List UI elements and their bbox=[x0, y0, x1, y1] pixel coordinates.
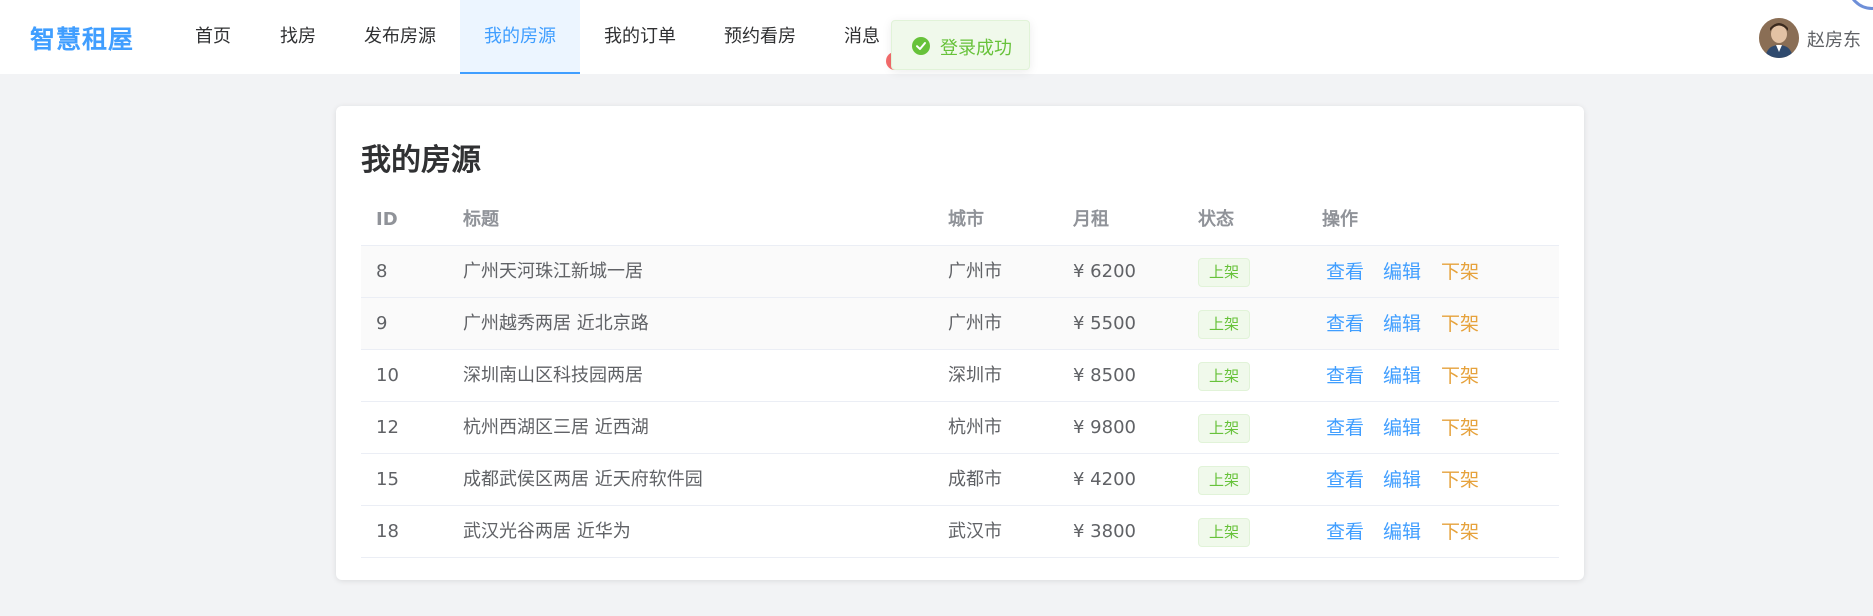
cell-title: 武汉光谷两居 近华为 bbox=[463, 521, 631, 542]
nav-my-listings[interactable]: 我的房源 bbox=[460, 0, 580, 74]
unlist-link[interactable]: 下架 bbox=[1441, 246, 1479, 298]
table-row: 15 成都武侯区两居 近天府软件园 成都市 ¥ 4200 上架 查看 编辑 下架 bbox=[361, 454, 1559, 506]
unlist-link[interactable]: 下架 bbox=[1441, 350, 1479, 402]
login-success-toast: 登录成功 bbox=[891, 20, 1030, 70]
my-listings-card: 我的房源 ID 标题 城市 月租 状态 操作 8 广州天河珠江新城一居 广州市 … bbox=[336, 106, 1584, 580]
table-header: ID 标题 城市 月租 状态 操作 bbox=[361, 194, 1559, 246]
table-row: 8 广州天河珠江新城一居 广州市 ¥ 6200 上架 查看 编辑 下架 bbox=[361, 246, 1559, 298]
nav-find-house[interactable]: 找房 bbox=[266, 0, 330, 74]
status-badge: 上架 bbox=[1198, 258, 1251, 287]
toast-message: 登录成功 bbox=[940, 38, 1012, 59]
cell-city: 武汉市 bbox=[948, 521, 1002, 542]
cell-city: 杭州市 bbox=[948, 417, 1002, 438]
table-row: 18 武汉光谷两居 近华为 武汉市 ¥ 3800 上架 查看 编辑 下架 bbox=[361, 506, 1559, 558]
listings-table: ID 标题 城市 月租 状态 操作 8 广州天河珠江新城一居 广州市 ¥ 620… bbox=[361, 194, 1559, 558]
cell-title: 成都武侯区两居 近天府软件园 bbox=[463, 469, 703, 490]
nav-messages[interactable]: 消息 bbox=[830, 0, 894, 74]
column-header-id: ID bbox=[376, 209, 398, 230]
status-badge: 上架 bbox=[1198, 518, 1251, 547]
view-link[interactable]: 查看 bbox=[1326, 506, 1364, 558]
table-row: 10 深圳南山区科技园两居 深圳市 ¥ 8500 上架 查看 编辑 下架 bbox=[361, 350, 1559, 402]
cell-id: 8 bbox=[376, 261, 388, 282]
view-link[interactable]: 查看 bbox=[1326, 402, 1364, 454]
column-header-title: 标题 bbox=[463, 209, 499, 230]
view-link[interactable]: 查看 bbox=[1326, 350, 1364, 402]
unlist-link[interactable]: 下架 bbox=[1441, 298, 1479, 350]
site-logo[interactable]: 智慧租屋 bbox=[30, 20, 134, 56]
cell-rent: ¥ 8500 bbox=[1073, 365, 1136, 386]
unlist-link[interactable]: 下架 bbox=[1441, 454, 1479, 506]
cell-rent: ¥ 5500 bbox=[1073, 313, 1136, 334]
nav-my-orders[interactable]: 我的订单 bbox=[590, 0, 690, 74]
status-badge: 上架 bbox=[1198, 310, 1251, 339]
cell-id: 15 bbox=[376, 469, 399, 490]
nav-publish-listing[interactable]: 发布房源 bbox=[350, 0, 450, 74]
cell-city: 广州市 bbox=[948, 313, 1002, 334]
cell-id: 18 bbox=[376, 521, 399, 542]
cell-city: 广州市 bbox=[948, 261, 1002, 282]
user-avatar[interactable] bbox=[1759, 18, 1799, 58]
cell-rent: ¥ 9800 bbox=[1073, 417, 1136, 438]
cell-city: 成都市 bbox=[948, 469, 1002, 490]
cell-rent: ¥ 6200 bbox=[1073, 261, 1136, 282]
cell-rent: ¥ 3800 bbox=[1073, 521, 1136, 542]
edit-link[interactable]: 编辑 bbox=[1383, 506, 1421, 558]
cell-title: 杭州西湖区三居 近西湖 bbox=[463, 417, 649, 438]
check-circle-icon bbox=[912, 37, 930, 55]
column-header-rent: 月租 bbox=[1073, 209, 1109, 230]
edit-link[interactable]: 编辑 bbox=[1383, 454, 1421, 506]
cell-title: 深圳南山区科技园两居 bbox=[463, 365, 643, 386]
cell-rent: ¥ 4200 bbox=[1073, 469, 1136, 490]
page-title: 我的房源 bbox=[361, 143, 481, 178]
view-link[interactable]: 查看 bbox=[1326, 246, 1364, 298]
cell-title: 广州天河珠江新城一居 bbox=[463, 261, 643, 282]
unlist-link[interactable]: 下架 bbox=[1441, 506, 1479, 558]
cell-city: 深圳市 bbox=[948, 365, 1002, 386]
status-badge: 上架 bbox=[1198, 414, 1251, 443]
column-header-status: 状态 bbox=[1198, 209, 1234, 230]
view-link[interactable]: 查看 bbox=[1326, 454, 1364, 506]
cell-id: 9 bbox=[376, 313, 388, 334]
cell-title: 广州越秀两居 近北京路 bbox=[463, 313, 649, 334]
corner-decoration bbox=[1847, 0, 1873, 10]
nav-home[interactable]: 首页 bbox=[181, 0, 245, 74]
nav-viewing-appointments[interactable]: 预约看房 bbox=[710, 0, 810, 74]
table-row: 12 杭州西湖区三居 近西湖 杭州市 ¥ 9800 上架 查看 编辑 下架 bbox=[361, 402, 1559, 454]
top-navbar: 智慧租屋 首页 找房 发布房源 我的房源 我的订单 预约看房 消息 登录成功 赵… bbox=[0, 0, 1873, 74]
table-row: 9 广州越秀两居 近北京路 广州市 ¥ 5500 上架 查看 编辑 下架 bbox=[361, 298, 1559, 350]
status-badge: 上架 bbox=[1198, 362, 1251, 391]
cell-id: 10 bbox=[376, 365, 399, 386]
edit-link[interactable]: 编辑 bbox=[1383, 402, 1421, 454]
unlist-link[interactable]: 下架 bbox=[1441, 402, 1479, 454]
status-badge: 上架 bbox=[1198, 466, 1251, 495]
edit-link[interactable]: 编辑 bbox=[1383, 246, 1421, 298]
edit-link[interactable]: 编辑 bbox=[1383, 298, 1421, 350]
column-header-city: 城市 bbox=[948, 209, 984, 230]
edit-link[interactable]: 编辑 bbox=[1383, 350, 1421, 402]
view-link[interactable]: 查看 bbox=[1326, 298, 1364, 350]
column-header-actions: 操作 bbox=[1322, 209, 1358, 230]
cell-id: 12 bbox=[376, 417, 399, 438]
user-name[interactable]: 赵房东 bbox=[1807, 26, 1861, 52]
